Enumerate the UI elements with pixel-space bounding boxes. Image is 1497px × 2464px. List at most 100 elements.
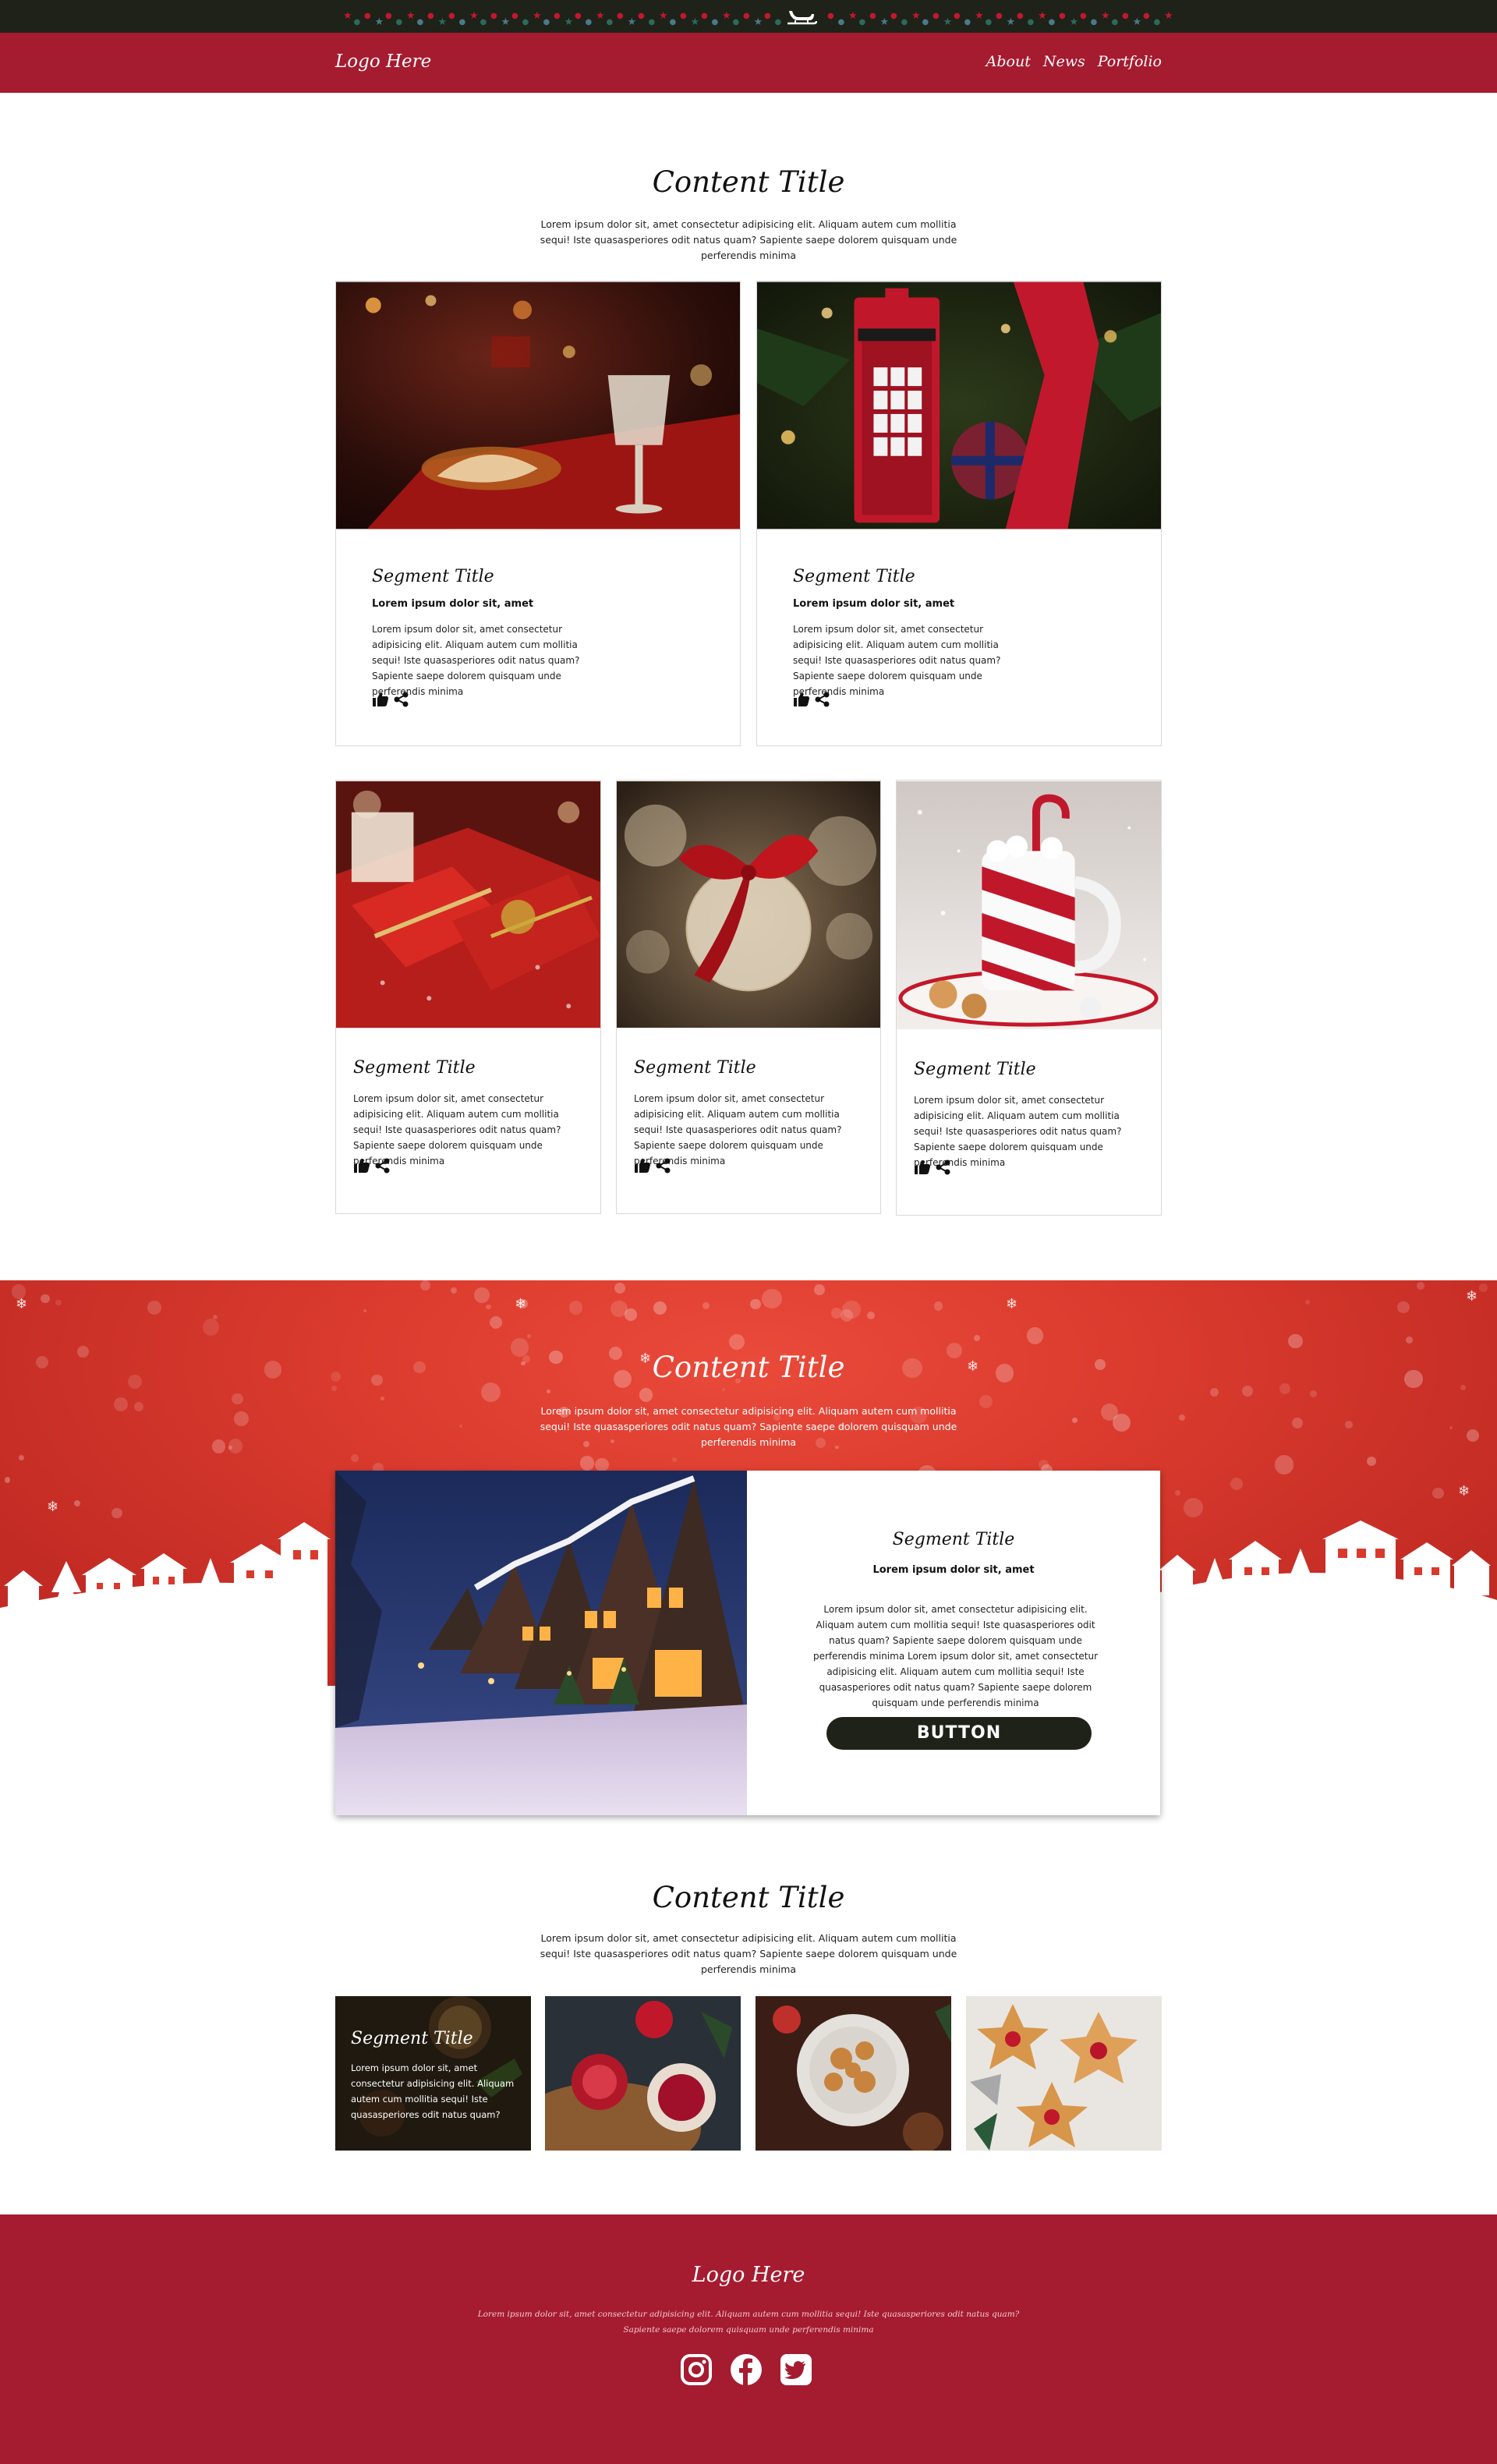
garland-light: ★ — [1069, 16, 1079, 28]
garland-light: ● — [858, 18, 866, 27]
snow-bokeh — [350, 1453, 359, 1462]
snow-bokeh — [1292, 1418, 1304, 1429]
snow-bokeh — [212, 1439, 226, 1453]
garland-light: ★ — [1038, 10, 1047, 22]
snowflake-icon: ❄ — [515, 1296, 527, 1312]
garland-light: ● — [890, 12, 897, 20]
card-actions — [793, 692, 830, 707]
snow-bokeh — [974, 1334, 981, 1341]
site-footer: Logo Here Lorem ipsum dolor sit, amet co… — [0, 2214, 1497, 2464]
garland-light: ● — [669, 18, 677, 27]
snow-bokeh — [1210, 1388, 1219, 1397]
site-header: Logo Here About News Portfolio — [0, 33, 1497, 93]
garland-light: ★ — [564, 16, 574, 28]
thumbs-up-icon[interactable] — [914, 1159, 931, 1175]
snow-bokeh — [569, 1301, 583, 1315]
snow-bokeh — [331, 1386, 338, 1392]
snow-bokeh — [1026, 1327, 1043, 1344]
thumbs-up-icon[interactable] — [793, 692, 810, 707]
garland-light: ★ — [1132, 16, 1142, 28]
share-icon[interactable] — [936, 1159, 951, 1175]
share-icon[interactable] — [394, 692, 409, 707]
garland-light: ● — [1090, 18, 1098, 27]
snow-bokeh — [450, 1287, 457, 1294]
garland-light: ● — [490, 12, 497, 20]
snow-bokeh — [610, 1300, 628, 1318]
garland-light: ● — [743, 12, 750, 20]
nav-link-portfolio[interactable]: Portfolio — [1098, 53, 1162, 70]
tile-title: Segment Title — [351, 2029, 473, 2048]
garland-light: ★ — [343, 10, 352, 22]
garland-light: ★ — [596, 10, 605, 22]
snow-bokeh — [671, 1457, 677, 1463]
social-links — [680, 2353, 812, 2386]
card[interactable]: Segment Title Lorem ipsum dolor sit, ame… — [335, 780, 601, 1214]
card[interactable]: Segment Title Lorem ipsum dolor sit, ame… — [335, 281, 741, 746]
garland-light: ● — [1122, 12, 1129, 20]
share-icon[interactable] — [656, 1158, 671, 1174]
share-icon[interactable] — [815, 692, 830, 707]
nav-link-news[interactable]: News — [1043, 53, 1085, 70]
snow-bokeh — [1274, 1455, 1294, 1475]
snow-bokeh — [473, 1287, 490, 1303]
garland-light: ● — [617, 12, 624, 20]
feature-subtitle: Lorem ipsum dolor sit, amet — [872, 1564, 1035, 1576]
snow-bokeh — [1112, 1414, 1131, 1432]
garland-light: ● — [1153, 18, 1161, 27]
garland-light: ★ — [690, 16, 700, 28]
facebook-icon[interactable] — [730, 2353, 763, 2386]
garland-light: ★ — [1164, 10, 1173, 22]
footer-text: Lorem ipsum dolor sit, amet consectetur … — [477, 2310, 1020, 2335]
garland-light: ★ — [848, 10, 858, 22]
snow-bokeh — [202, 1319, 220, 1336]
snowy-street-photo — [335, 1471, 747, 1815]
garland-light: ● — [680, 12, 687, 20]
garland-light: ● — [416, 18, 424, 27]
dinner-table-photo — [336, 281, 740, 529]
instagram-icon[interactable] — [680, 2353, 713, 2386]
sleigh-icon — [787, 11, 817, 25]
garland-light: ● — [764, 12, 771, 20]
card[interactable]: Segment Title Lorem ipsum dolor sit, ame… — [756, 281, 1162, 746]
snow-bokeh — [867, 1311, 876, 1319]
footer-logo[interactable]: Logo Here — [0, 2263, 1497, 2287]
garland-light: ● — [385, 12, 392, 20]
snow-bokeh — [458, 1424, 463, 1428]
snow-bokeh — [380, 1396, 385, 1401]
nav-link-about[interactable]: About — [986, 53, 1031, 70]
garland-light: ● — [606, 18, 614, 27]
candy-cane-mug-photo — [897, 781, 1161, 1030]
snow-bokeh — [702, 1301, 710, 1310]
snow-bokeh — [489, 1316, 502, 1329]
card[interactable]: Segment Title Lorem ipsum dolor sit, ame… — [896, 780, 1162, 1216]
garland-strip: ★ ● ● ★ ● ● ★ ● ● ★ ● ● ★ ● ● ★ ● ● ★ ● ● ★ ● ● ★ ● ● ★ ● ● ★ ● ● ★ ● ● ★ ● ● ★… — [0, 0, 1497, 33]
share-icon[interactable] — [375, 1158, 391, 1174]
garland-light: ● — [985, 18, 993, 27]
snow-bokeh — [1396, 1301, 1410, 1314]
gallery-tile[interactable] — [545, 1996, 741, 2151]
garland-light: ● — [774, 18, 782, 27]
gallery-tile[interactable] — [756, 1996, 951, 2151]
snow-bokeh — [1417, 1282, 1425, 1290]
garland-light: ● — [964, 18, 971, 27]
garland-light: ● — [837, 18, 845, 27]
thumbs-up-icon[interactable] — [372, 692, 389, 707]
snow-bokeh — [19, 1454, 25, 1460]
logo[interactable]: Logo Here — [335, 51, 431, 72]
snow-bokeh — [147, 1301, 161, 1315]
snow-bokeh — [639, 1388, 653, 1402]
gallery-tile[interactable]: Segment Title Lorem ipsum dolor sit, ame… — [335, 1996, 531, 2151]
thumbs-up-icon[interactable] — [634, 1158, 651, 1174]
gallery-tile[interactable] — [966, 1996, 1162, 2151]
twitter-icon[interactable] — [780, 2353, 812, 2386]
garland-light: ● — [353, 18, 361, 27]
thumbs-up-icon[interactable] — [353, 1158, 370, 1174]
feature-card: Segment Title Lorem ipsum dolor sit, ame… — [335, 1471, 1160, 1815]
snowflake-icon: ❄ — [1006, 1296, 1018, 1312]
garland-light: ● — [933, 12, 940, 20]
main-nav: About News Portfolio — [986, 53, 1162, 70]
card[interactable]: Segment Title Lorem ipsum dolor sit, ame… — [616, 780, 881, 1214]
garland-light: ● — [1080, 12, 1087, 20]
snow-bokeh — [4, 1477, 11, 1484]
cta-button[interactable]: BUTTON — [826, 1717, 1092, 1750]
